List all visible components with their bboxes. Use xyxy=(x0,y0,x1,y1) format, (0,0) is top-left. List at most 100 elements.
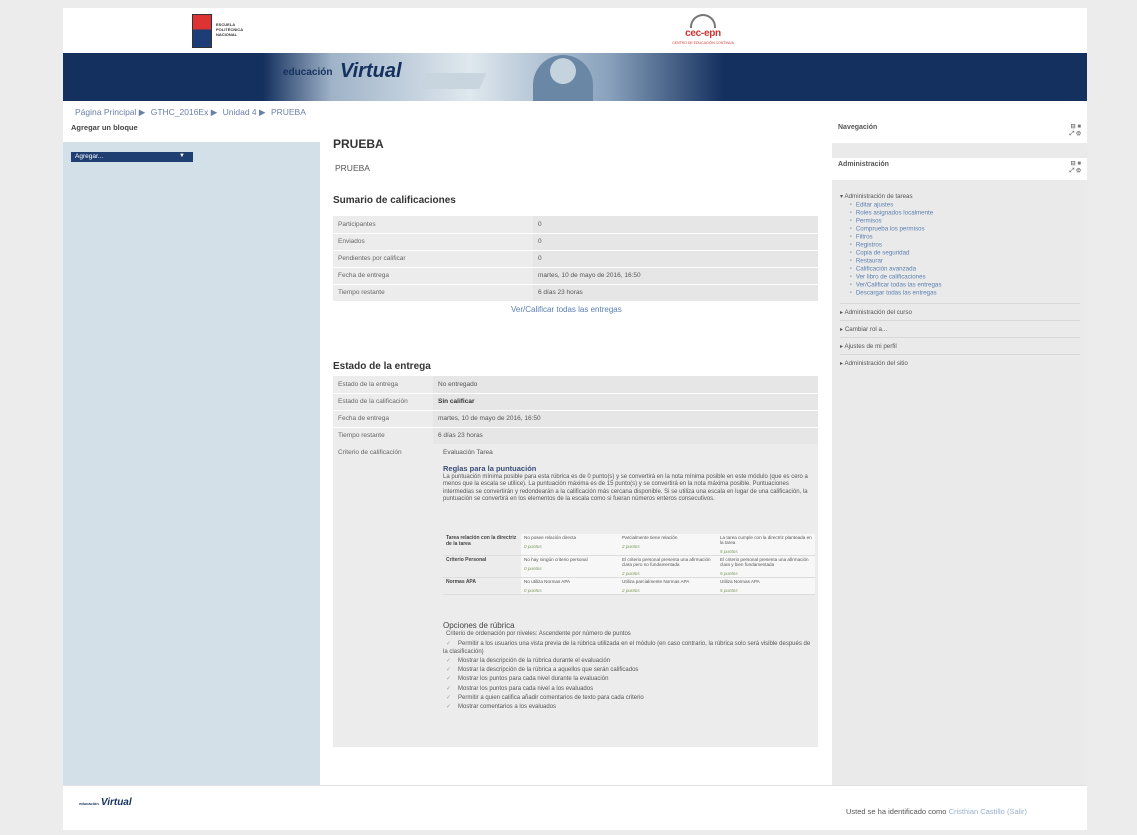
rubric-option: ✓ Mostrar los puntos para cada nivel a lo… xyxy=(443,686,815,694)
epn-logo[interactable]: ESCUELA POLITÉCNICA NACIONAL xyxy=(192,14,252,50)
tree-section[interactable]: ▸ Cambiar rol a... xyxy=(840,320,1080,337)
logout-link[interactable]: (Salir) xyxy=(1007,807,1027,816)
epn-logo-text: ESCUELA POLITÉCNICA NACIONAL xyxy=(216,22,243,37)
view-grade-all-link[interactable]: Ver/Calificar todas las entregas xyxy=(511,305,622,314)
tree-item[interactable]: Descargar todas las entregas xyxy=(840,289,1080,297)
block-controls[interactable]: ⊟ ■ ⤢ ⚙ xyxy=(1070,124,1081,138)
rubric-level: Utiliza Normas APA 5 puntos xyxy=(717,577,815,595)
rubric-option-label: Permitir a los usuarios una vista previa… xyxy=(443,641,811,655)
table-row: Fecha de entrega martes, 10 de mayo de 20… xyxy=(333,410,818,428)
chevron-down-icon: ▼ xyxy=(179,153,185,159)
rubric-sort-value: Ascendente por número de puntos xyxy=(538,631,631,637)
status-key: Estado de la calificación xyxy=(333,393,433,411)
checkmark-icon: ✓ xyxy=(446,641,452,647)
tree-item[interactable]: Editar ajustes xyxy=(840,201,1080,209)
add-block-select[interactable]: Agregar... ▼ xyxy=(71,152,193,162)
rubric-option-label: Mostrar comentarios a los evaluados xyxy=(458,704,557,711)
tree-item[interactable]: Registros xyxy=(840,241,1080,249)
tree-item[interactable]: Permisos xyxy=(840,217,1080,225)
rubric-level: El criterio personal presenta una afirma… xyxy=(619,555,717,578)
tree-item[interactable]: Roles asignados localmente xyxy=(840,209,1080,217)
rubric-level-text: El criterio personal presenta una afirma… xyxy=(622,557,711,567)
tree-section[interactable]: ▸ Administración del sitio xyxy=(840,354,1080,371)
page-title: PRUEBA xyxy=(333,137,384,151)
rubric-level: No posee relación directa 0 puntos xyxy=(521,534,619,556)
navigation-block-title[interactable]: Navegación xyxy=(838,124,877,131)
status-key: Estado de la entrega xyxy=(333,376,433,394)
rubric-level-text: Utiliza Normas APA xyxy=(720,579,760,584)
rubric-level-points: 2 puntos xyxy=(622,571,640,576)
cec-arc-icon xyxy=(690,14,716,28)
rubric-criterion: Tarea relación con la directriz de la ta… xyxy=(443,534,521,556)
summary-value: 0 xyxy=(533,216,818,234)
rubric-sort-label: Criterio de ordenación por niveles: xyxy=(446,631,538,637)
left-block-column: Agregar un bloque Agregar... ▼ xyxy=(63,121,320,785)
rubric-level-text: Parcialmente tiene relación xyxy=(622,535,678,540)
user-name-link[interactable]: Cristhian Castillo xyxy=(949,807,1005,816)
rubric-level-points: 5 puntos xyxy=(720,588,738,593)
breadcrumb: Página Principal ▶ GTHC_2016Ex ▶ Unidad … xyxy=(75,107,309,118)
rubric-option-label: Mostrar la descripción de la rúbrica dur… xyxy=(458,657,611,664)
cec-logo-sub: CENTRO DE EDUCACIÓN CONTINUA xyxy=(672,41,734,45)
rubric-level-points: 5 puntos xyxy=(720,549,738,554)
rubric-row: Normas APA No utiliza Normas APA 0 puntos… xyxy=(443,577,815,595)
block-controls[interactable]: ⊟ ■ ⤢ ⚙ xyxy=(1070,161,1081,175)
rubric-level-text: Utiliza parcialmente Normas APA xyxy=(622,579,690,584)
summary-value: 6 días 23 horas xyxy=(533,284,818,302)
breadcrumb-course[interactable]: GTHC_2016Ex ▶ xyxy=(151,107,218,117)
add-block-select-value: Agregar... xyxy=(75,153,104,160)
tree-item[interactable]: Restaurar xyxy=(840,257,1080,265)
rubric-level: No utiliza Normas APA 0 puntos xyxy=(521,577,619,595)
tree-section[interactable]: ▸ Administración del curso xyxy=(840,303,1080,320)
tree-item[interactable]: Calificación avanzada xyxy=(840,265,1080,273)
rubric-level-points: 0 puntos xyxy=(524,544,542,549)
rubric-level-text: No utiliza Normas APA xyxy=(524,579,571,584)
summary-value: 0 xyxy=(533,233,818,251)
rubric-option-label: Mostrar los puntos para cada nivel duran… xyxy=(458,676,609,683)
rubric-level-text: No hay ningún criterio personal xyxy=(524,557,588,562)
tree-item[interactable]: Ver libro de calificaciones xyxy=(840,273,1080,281)
rubric-option: ✓ Mostrar comentarios a los evaluados xyxy=(443,704,815,712)
rubric-row: Tarea relación con la directriz de la ta… xyxy=(443,534,815,556)
grading-summary-title: Sumario de calificaciones xyxy=(333,195,456,206)
table-row: Participantes 0 xyxy=(333,216,818,234)
rubric-level-points: 0 puntos xyxy=(524,588,542,593)
tree-item[interactable]: Comprueba los permisos xyxy=(840,225,1080,233)
rubric-option-label: Permitir a quien califica añadir comenta… xyxy=(458,694,644,701)
rubric-level: El criterio personal presenta una afirma… xyxy=(717,555,815,578)
rubric-option: ✓ Mostrar la descripción de la rúbrica a … xyxy=(443,667,815,675)
tree-section[interactable]: ▸ Ajustes de mi perfil xyxy=(840,337,1080,354)
administration-block-title[interactable]: Administración xyxy=(838,161,889,168)
login-info: Usted se ha identificado como Cristhian … xyxy=(846,807,1027,816)
status-value: No entregado xyxy=(433,376,818,394)
summary-key: Enviados xyxy=(333,233,533,251)
rubric-option: ✓ Permitir a quien califica añadir coment… xyxy=(443,695,815,703)
rubric-level-points: 2 puntos xyxy=(622,544,640,549)
summary-key: Participantes xyxy=(333,216,533,234)
rubric-level-text: No posee relación directa xyxy=(524,535,577,540)
table-row: Estado de la entrega No entregado xyxy=(333,376,818,394)
breadcrumb-unit[interactable]: Unidad 4 ▶ xyxy=(223,107,266,117)
breadcrumb-home[interactable]: Página Principal ▶ xyxy=(75,107,145,117)
rubric-table: Tarea relación con la directriz de la ta… xyxy=(443,534,815,595)
rubric-level: Utiliza parcialmente Normas APA 2 puntos xyxy=(619,577,717,595)
criteria-key: Criterio de calificación xyxy=(338,449,402,456)
rubric-option: ✓ Mostrar la descripción de la rúbrica du… xyxy=(443,658,815,666)
tree-item[interactable]: Filtros xyxy=(840,233,1080,241)
rubric-level: La tarea cumple con la directriz plantea… xyxy=(717,534,815,556)
brand-name: Virtual xyxy=(340,60,402,82)
rubric-option: ✓ Permitir a los usuarios una vista previ… xyxy=(443,641,815,656)
page-footer: educación Virtual Usted se ha identifica… xyxy=(63,785,1087,830)
footer-logo[interactable]: educación Virtual xyxy=(79,797,132,808)
cec-logo[interactable]: cec-epn CENTRO DE EDUCACIÓN CONTINUA xyxy=(663,14,743,50)
brand-prefix: educación xyxy=(283,67,333,78)
tree-item[interactable]: Copia de seguridad xyxy=(840,249,1080,257)
breadcrumb-current: PRUEBA xyxy=(270,107,306,117)
rubric-sort-order: Criterio de ordenación por niveles: Asce… xyxy=(446,631,631,637)
tree-item[interactable]: Ver/Calificar todas las entregas xyxy=(840,281,1080,289)
main-content: PRUEBA PRUEBA Sumario de calificaciones … xyxy=(323,121,829,785)
rubric-criterion: Normas APA xyxy=(443,577,521,595)
rubric-level-text: La tarea cumple con la directriz plantea… xyxy=(720,535,812,545)
tree-parent-assign-admin[interactable]: ▾ Administración de tareas xyxy=(840,193,1080,200)
banner-device-image xyxy=(419,73,487,89)
